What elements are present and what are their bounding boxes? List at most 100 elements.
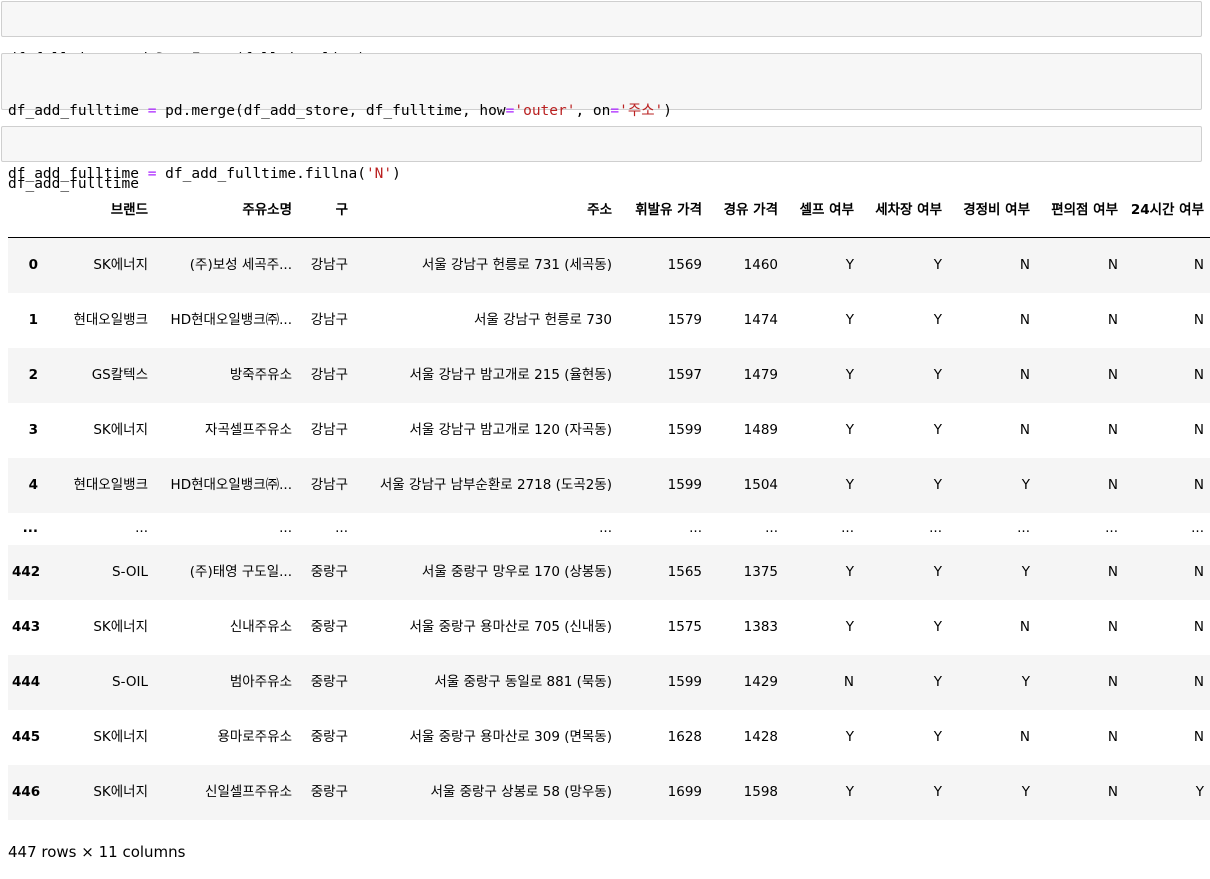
car-wash-cell: Y [933,673,942,690]
24-hours-cell: N [1193,476,1204,493]
ellipsis-row: .................................... [8,513,1210,545]
column-header-car-wash: 세차장 여부 [861,185,949,238]
address-cell: 서울 강남구 헌릉로 730 [473,311,612,328]
address-cell: ... [599,520,612,536]
24-hours-cell: Y [1195,783,1204,800]
car-wash-cell: Y [933,783,942,800]
brand-cell: ... [135,520,148,536]
district-cell: 중랑구 [310,783,348,800]
diesel-price-cell: 1375 [743,563,778,580]
diesel-price-cell: 1598 [743,783,778,800]
district-cell: 강남구 [310,311,348,328]
convenience-store-cell: ... [1105,520,1118,536]
car-wash-cell: ... [929,520,942,536]
self-service-cell: Y [845,366,854,383]
maintenance-cell: N [1019,728,1030,745]
row-index: ... [22,520,38,536]
gasoline-price-cell: 1599 [667,476,702,493]
code-token: ) [663,103,672,119]
convenience-store-cell: N [1107,421,1118,438]
diesel-price-cell: 1474 [743,311,778,328]
convenience-store-cell: N [1107,476,1118,493]
address-cell: 서울 중랑구 동일로 881 (묵동) [434,673,612,690]
table-row: 1 현대오일뱅크 HD현대오일뱅크㈜... 강남구 서울 강남구 헌릉로 730 1579… [8,293,1210,348]
gasoline-price-cell: 1569 [667,256,702,273]
row-index: 2 [28,366,38,383]
string-literal: '주소' [619,103,664,119]
convenience-store-cell: N [1107,366,1118,383]
code-token: pd.merge(df_add_store, df_fulltime, how [156,103,506,119]
column-header-24-hours: 24시간 여부 [1125,185,1210,238]
station-name-cell: HD현대오일뱅크㈜... [170,311,292,328]
district-cell: 강남구 [310,476,348,493]
car-wash-cell: Y [933,421,942,438]
maintenance-cell: N [1019,366,1030,383]
dataframe-table: 브랜드 주유소명 구 주소 휘발유 가격 경유 가격 셀프 여부 세차장 여부 … [8,185,1210,820]
convenience-store-cell: N [1107,728,1118,745]
maintenance-cell: N [1019,256,1030,273]
station-name-cell: 신일셀프주유소 [205,783,292,800]
row-index: 446 [12,783,41,800]
code-cell-2[interactable]: df_add_fulltime = pd.merge(df_add_store,… [1,53,1202,182]
brand-cell: SK에너지 [93,421,148,438]
row-index: 3 [28,421,38,438]
car-wash-cell: Y [933,476,942,493]
diesel-price-cell: 1479 [743,366,778,383]
table-shape-footer: 447 rows × 11 columns [8,843,186,861]
table-row: 0 SK에너지 (주)보성 세곡주... 강남구 서울 강남구 헌릉로 731 (세곡동… [8,237,1210,293]
car-wash-cell: Y [933,728,942,745]
table-row: 445 SK에너지 용마로주유소 중랑구 서울 중랑구 용마산로 309 (면목동) 16… [8,710,1210,765]
district-cell: 중랑구 [310,673,348,690]
convenience-store-cell: N [1107,256,1118,273]
station-name-cell: 용마로주유소 [217,728,292,745]
24-hours-cell: N [1193,256,1204,273]
maintenance-cell: N [1019,618,1030,635]
maintenance-cell: Y [1021,563,1030,580]
address-cell: 서울 강남구 헌릉로 731 (세곡동) [421,256,612,273]
maintenance-cell: Y [1021,476,1030,493]
station-name-cell: (주)보성 세곡주... [189,256,292,273]
station-name-cell: (주)태영 구도일... [189,563,292,580]
column-header-station-name: 주유소명 [155,185,299,238]
self-service-cell: Y [845,311,854,328]
index-header [8,185,45,238]
address-cell: 서울 강남구 밤고개로 215 (율현동) [409,366,612,383]
district-cell: 중랑구 [310,618,348,635]
car-wash-cell: Y [933,563,942,580]
diesel-price-cell: 1489 [743,421,778,438]
24-hours-cell: N [1193,421,1204,438]
maintenance-cell: Y [1021,673,1030,690]
district-cell: 중랑구 [310,728,348,745]
brand-cell: SK에너지 [93,728,148,745]
station-name-cell: 방죽주유소 [229,366,292,383]
24-hours-cell: N [1193,366,1204,383]
self-service-cell: N [843,673,854,690]
car-wash-cell: Y [933,311,942,328]
car-wash-cell: Y [933,618,942,635]
station-name-cell: 자곡셀프주유소 [205,421,292,438]
code-cell-3[interactable]: df_add_fulltime [1,126,1202,192]
brand-cell: 현대오일뱅크 [73,311,148,328]
self-service-cell: Y [845,618,854,635]
district-cell: ... [335,520,348,536]
station-name-cell: 신내주유소 [229,618,292,635]
column-header-maintenance: 경정비 여부 [949,185,1037,238]
self-service-cell: Y [845,783,854,800]
self-service-cell: Y [845,563,854,580]
diesel-price-cell: 1383 [743,618,778,635]
code-cell-1[interactable]: df_fulltime = pd.DataFrame(fulltime_list… [1,1,1202,67]
24-hours-cell: N [1193,563,1204,580]
diesel-price-cell: 1460 [743,256,778,273]
brand-cell: S-OIL [112,673,148,690]
gasoline-price-cell: 1597 [667,366,702,383]
address-cell: 서울 중랑구 용마산로 309 (면목동) [409,728,612,745]
24-hours-cell: N [1193,311,1204,328]
district-cell: 중랑구 [310,563,348,580]
self-service-cell: Y [845,476,854,493]
convenience-store-cell: N [1107,563,1118,580]
brand-cell: SK에너지 [93,618,148,635]
address-cell: 서울 중랑구 상봉로 58 (망우동) [430,783,613,800]
24-hours-cell: ... [1191,520,1204,536]
table-row: 444 S-OIL 범아주유소 중랑구 서울 중랑구 동일로 881 (묵동) 1599 1… [8,654,1210,710]
gasoline-price-cell: 1628 [667,728,702,745]
